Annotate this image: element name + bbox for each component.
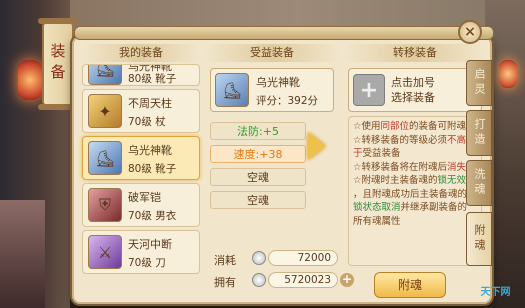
equipment-name: 不周天柱 [128,97,172,110]
transfer-prompt-line1: 点击加号 [391,76,435,89]
rule-text: 不高 [447,134,467,146]
fuhun-button[interactable]: 附魂 [374,272,446,298]
rule-text: 所有魂属性 [353,215,401,227]
equipment-name: 乌光神靴 [128,144,172,157]
rule-text: 于 [353,148,363,159]
lantern-icon [499,60,517,88]
staff-icon: ✦ [88,94,122,128]
rule-line: ☆转移装备将在附魂后消失 [353,161,477,175]
rule-text: 同部位 [380,121,410,132]
equipment-item[interactable]: ⚔ 天河中断 70级 刀 [82,230,200,274]
transfer-column: 转移装备 + 点击加号 选择装备 ☆使用同部位的装备可附魂 ☆转移装备的等级必须不… [344,44,486,300]
equipment-meta: 70级 男衣 [128,210,177,222]
attribute-empty-soul: 空魂 [210,191,306,209]
equipment-name: 天河中断 [128,238,172,251]
rule-line: ，且附魂成功后主装备魂的 [353,188,477,202]
rule-text: ☆使用 [353,121,381,132]
arrow-left-icon [308,132,326,160]
transfer-select-card[interactable]: + 点击加号 选择装备 [348,68,482,112]
equipment-meta: 70级 杖 [128,116,166,128]
rule-line: 锁状态取消并继承副装备的 [353,201,477,215]
rule-text: ☆附魂时主装备魂的 [353,175,438,186]
attribute-magic-defense: 法防:+5 [210,122,306,140]
lantern-icon [18,60,42,100]
rule-text: 锁无效 [437,175,467,186]
add-currency-button[interactable]: + [340,273,354,287]
equipment-item[interactable]: ⛸ 乌光神靴 80级 靴子 [82,136,200,180]
beneficiary-card[interactable]: ⛸ 乌光神靴 评分：392分 [210,68,334,112]
cost-label: 消耗 [214,254,236,267]
my-equipment-title: 我的装备 [82,44,200,62]
equipment-item[interactable]: ⛨ 破军铠 70级 男衣 [82,183,200,227]
boot-icon: ⛸ [88,65,122,85]
silver-coin-icon [252,273,266,287]
rule-text: ☆转移装备的等级必须 [353,134,448,146]
beneficiary-score: 评分：392分 [256,95,319,107]
beneficiary-name: 乌光神靴 [256,76,300,89]
my-equipment-column: 我的装备 ⛸ 乌光神靴 80级 靴子 ✦ 不周天柱 70级 杖 ⛸ 乌光神靴 80级 靴子 ⛨ 破军… [82,44,200,300]
own-value: 5720023 [268,272,338,288]
own-label: 拥有 [214,276,236,289]
equipment-list[interactable]: ⛸ 乌光神靴 80级 靴子 ✦ 不周天柱 70级 杖 ⛸ 乌光神靴 80级 靴子 ⛨ 破军铠 70级 … [82,64,200,277]
silver-coin-icon [252,251,266,265]
rule-text: 的装备可附魂 [409,121,467,132]
rule-line: ☆使用同部位的装备可附魂 [353,120,477,134]
equipment-name: 破军铠 [128,191,161,204]
equipment-title-scroll: 装备 [38,18,78,110]
equipment-title: 装备 [48,43,67,85]
close-icon[interactable]: × [458,20,482,44]
rule-line: ☆附魂时主装备魂的锁无效 [353,174,477,188]
equipment-meta: 80级 靴子 [128,73,177,85]
rule-line: ☆转移装备的等级必须不高 [353,134,477,148]
rule-text: 受益装备 [362,148,401,159]
tab-dazao[interactable]: 打造 [466,110,492,156]
rule-line: 于受益装备 [353,147,477,161]
equipment-item[interactable]: ⛸ 乌光神靴 80级 靴子 [82,64,200,86]
rule-text: 锁状态取消 [353,202,401,213]
rule-text: ☆转移装备将在附魂后 [353,161,448,173]
transfer-prompt: 点击加号 选择装备 [391,75,435,105]
add-plus-icon[interactable]: + [353,74,385,106]
beneficiary-title: 受益装备 [204,44,340,62]
blade-icon: ⚔ [88,235,122,269]
armor-icon: ⛨ [88,188,122,222]
transfer-rules-notes: ☆使用同部位的装备可附魂 ☆转移装备的等级必须不高 于受益装备 ☆转移装备将在附魂后消… [348,116,482,266]
cost-value: 72000 [268,250,338,266]
watermark-text: 天下网 [480,287,511,298]
rule-line: 所有魂属性 [353,215,477,229]
tab-fuhun[interactable]: 附魂 [466,212,492,266]
boot-icon: ⛸ [215,73,249,107]
equipment-item[interactable]: ✦ 不周天柱 70级 杖 [82,89,200,133]
transfer-prompt-line2: 选择装备 [391,91,435,104]
rule-text: 并继承副装备的 [400,202,468,213]
equipment-meta: 70级 刀 [128,257,166,269]
character-silhouette [0,200,45,308]
panel-top-bar [74,26,494,40]
boot-icon: ⛸ [88,141,122,175]
attribute-empty-soul: 空魂 [210,168,306,186]
tab-xihun[interactable]: 洗魂 [466,160,492,206]
equipment-meta: 80级 靴子 [128,163,177,175]
equipment-panel: 我的装备 ⛸ 乌光神靴 80级 靴子 ✦ 不周天柱 70级 杖 ⛸ 乌光神靴 80级 靴子 ⛨ 破军… [72,26,494,304]
transfer-title: 转移装备 [344,44,486,62]
rule-text: 消失 [447,161,467,173]
tab-qiling[interactable]: 启灵 [466,60,492,106]
attribute-speed[interactable]: 速度:+38 [210,145,306,163]
rule-text: ，且附魂成功后主装备魂的 [353,188,468,200]
